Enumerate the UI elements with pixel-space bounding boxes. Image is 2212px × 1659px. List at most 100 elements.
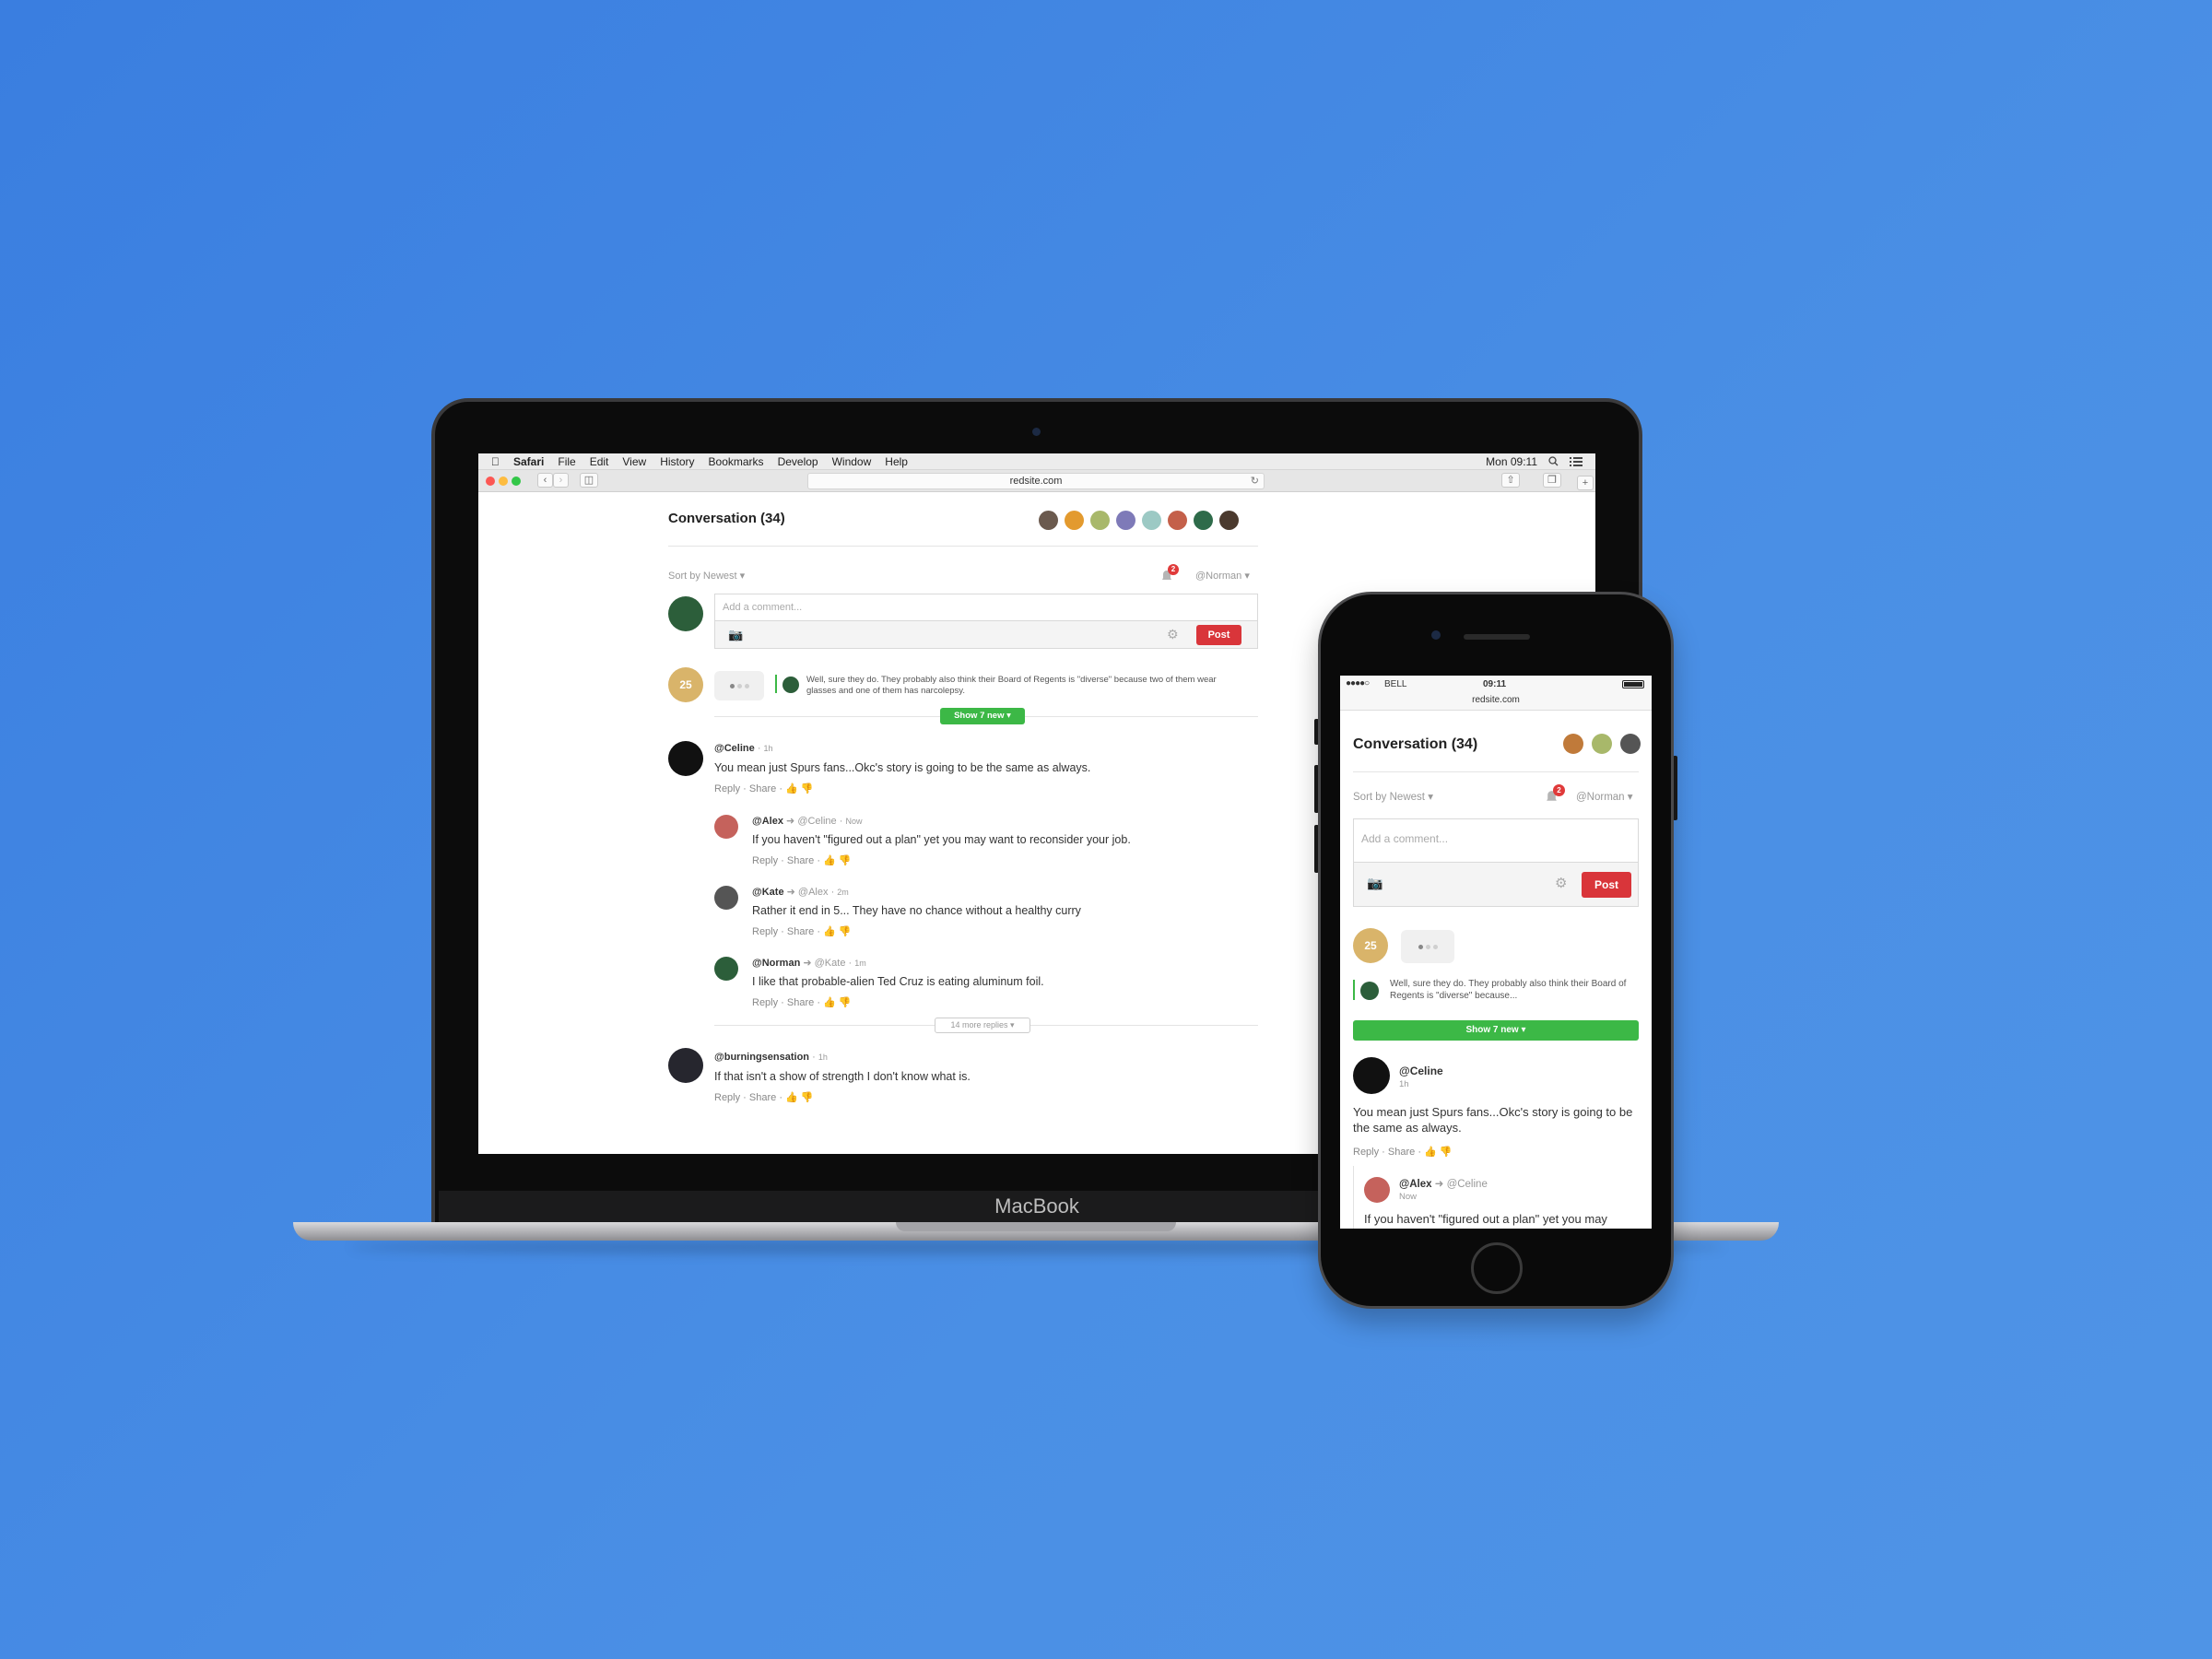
share-button[interactable]: Share [749, 1092, 776, 1103]
avatar[interactable] [1563, 734, 1583, 754]
show-new-button[interactable]: Show 7 new ▾ [940, 708, 1025, 724]
share-button[interactable]: Share [749, 783, 776, 794]
quoted-comment[interactable]: Well, sure they do. They probably also t… [806, 675, 1240, 697]
avatar[interactable] [714, 886, 738, 910]
share-button[interactable]: Share [787, 855, 814, 866]
user-menu[interactable]: @Norman ▾ [1576, 790, 1633, 803]
sort-dropdown[interactable]: Sort by Newest ▾ [1353, 790, 1433, 803]
comment-author[interactable]: @Alex [1399, 1179, 1432, 1190]
menu-edit[interactable]: Edit [590, 455, 609, 468]
apple-menu-icon[interactable]:  [491, 455, 500, 468]
spotlight-search-icon[interactable] [1548, 456, 1559, 466]
thumbs-down-icon[interactable]: 👎 [839, 997, 852, 1008]
share-icon[interactable]: ⇧ [1501, 473, 1520, 488]
thumbs-down-icon[interactable]: 👎 [839, 926, 852, 937]
notification-center-icon[interactable] [1570, 456, 1583, 466]
avatar[interactable] [1116, 511, 1135, 530]
menubar-clock[interactable]: Mon 09:11 [1486, 455, 1537, 468]
avatar[interactable] [1219, 511, 1239, 530]
minimize-window-button[interactable] [499, 477, 508, 486]
comment-input[interactable]: Add a comment... [1353, 818, 1639, 863]
post-button[interactable]: Post [1582, 872, 1631, 898]
tabs-overview-icon[interactable]: ❐ [1543, 473, 1561, 488]
comment-author[interactable]: @burningsensation [714, 1052, 809, 1063]
share-button[interactable]: Share [787, 997, 814, 1008]
menu-develop[interactable]: Develop [778, 455, 818, 468]
avatar[interactable] [1168, 511, 1187, 530]
reply-to[interactable]: @Kate [815, 958, 846, 969]
comment-author[interactable]: @Celine [1399, 1065, 1443, 1077]
camera-icon[interactable]: 📷 [1367, 876, 1382, 891]
avatar[interactable] [1194, 511, 1213, 530]
menu-view[interactable]: View [622, 455, 646, 468]
camera-icon[interactable]: 📷 [728, 628, 743, 642]
quoted-comment[interactable]: Well, sure they do. They probably also t… [1390, 978, 1639, 1002]
reply-button[interactable]: Reply [1353, 1147, 1379, 1158]
post-button[interactable]: Post [1196, 625, 1241, 645]
new-tab-button[interactable]: + [1577, 476, 1594, 490]
gear-icon[interactable]: ⚙ [1555, 875, 1567, 891]
reply-to[interactable]: @Celine [797, 816, 836, 827]
comment-header: @Norman ➜ @Kate · 1m [752, 957, 866, 969]
menu-window[interactable]: Window [832, 455, 872, 468]
phone-url[interactable]: redsite.com [1340, 695, 1652, 705]
sidebar-toggle-icon[interactable]: ◫ [580, 473, 598, 488]
reload-icon[interactable]: ↻ [1251, 474, 1259, 488]
avatar[interactable] [1592, 734, 1612, 754]
zoom-window-button[interactable] [512, 477, 521, 486]
menu-app-safari[interactable]: Safari [513, 455, 544, 468]
reply-button[interactable]: Reply [714, 1092, 740, 1103]
menu-file[interactable]: File [558, 455, 575, 468]
avatar[interactable] [668, 741, 703, 776]
notifications-button[interactable]: 2 [1160, 564, 1179, 582]
back-button[interactable]: ‹ [537, 473, 553, 488]
thumbs-up-icon[interactable]: 👍 [785, 783, 798, 794]
show-new-button[interactable]: Show 7 new ▾ [1353, 1020, 1639, 1041]
reply-to[interactable]: @Celine [1447, 1179, 1488, 1190]
thumbs-down-icon[interactable]: 👎 [839, 855, 852, 866]
gear-icon[interactable]: ⚙ [1167, 627, 1179, 642]
thumbs-up-icon[interactable]: 👍 [1424, 1147, 1437, 1158]
thumbs-up-icon[interactable]: 👍 [823, 997, 836, 1008]
thumbs-down-icon[interactable]: 👎 [801, 783, 814, 794]
avatar[interactable] [1090, 511, 1110, 530]
forward-button[interactable]: › [553, 473, 569, 488]
comment-header: @burningsensation · 1h [714, 1052, 828, 1063]
avatar[interactable] [1142, 511, 1161, 530]
thumbs-up-icon[interactable]: 👍 [823, 855, 836, 866]
sort-dropdown[interactable]: Sort by Newest ▾ [668, 570, 745, 582]
menu-bookmarks[interactable]: Bookmarks [709, 455, 764, 468]
close-window-button[interactable] [486, 477, 495, 486]
reply-to[interactable]: @Alex [798, 887, 829, 898]
comment-author[interactable]: @Celine [714, 743, 755, 754]
thumbs-up-icon[interactable]: 👍 [823, 926, 836, 937]
home-button[interactable] [1471, 1242, 1523, 1294]
thumbs-down-icon[interactable]: 👎 [1440, 1147, 1453, 1158]
avatar[interactable] [1364, 1177, 1390, 1203]
thumbs-down-icon[interactable]: 👎 [801, 1092, 814, 1103]
avatar[interactable] [1620, 734, 1641, 754]
user-menu[interactable]: @Norman ▾ [1195, 570, 1250, 582]
avatar[interactable] [714, 957, 738, 981]
avatar[interactable] [1353, 1057, 1390, 1094]
reply-button[interactable]: Reply [752, 997, 778, 1008]
comment-author[interactable]: @Norman [752, 958, 800, 969]
comment-author[interactable]: @Alex [752, 816, 783, 827]
reply-button[interactable]: Reply [714, 783, 740, 794]
menu-help[interactable]: Help [885, 455, 908, 468]
avatar[interactable] [1039, 511, 1058, 530]
menu-history[interactable]: History [660, 455, 694, 468]
avatar[interactable] [1065, 511, 1084, 530]
more-replies-button[interactable]: 14 more replies ▾ [935, 1018, 1030, 1033]
thumbs-up-icon[interactable]: 👍 [785, 1092, 798, 1103]
avatar[interactable] [714, 815, 738, 839]
share-button[interactable]: Share [787, 926, 814, 937]
address-bar[interactable]: redsite.com ↻ [807, 473, 1265, 489]
reply-button[interactable]: Reply [752, 855, 778, 866]
comment-author[interactable]: @Kate [752, 887, 784, 898]
share-button[interactable]: Share [1388, 1147, 1415, 1158]
reply-button[interactable]: Reply [752, 926, 778, 937]
notifications-button[interactable]: 2 [1545, 784, 1565, 805]
avatar[interactable] [668, 1048, 703, 1083]
comment-input[interactable]: Add a comment... [714, 594, 1258, 621]
